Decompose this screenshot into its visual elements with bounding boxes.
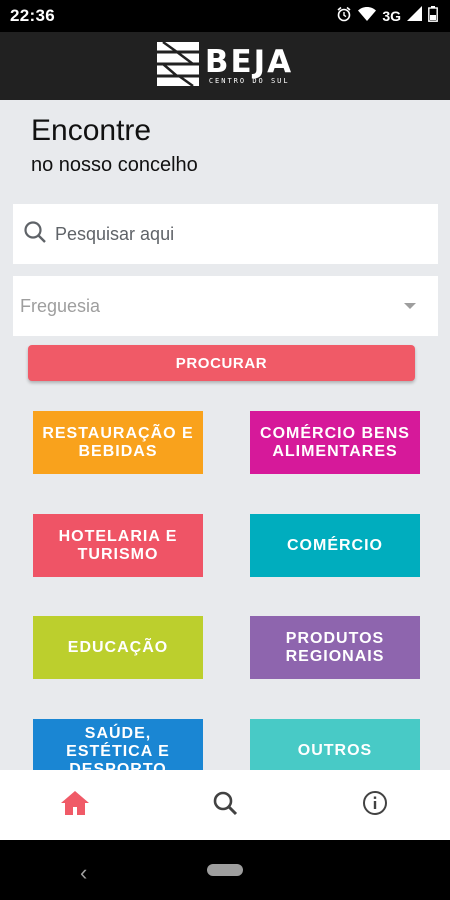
status-icons: 3G [336,5,438,27]
logo-title: BEJA [204,44,294,80]
category-restaurants[interactable]: RESTAURAÇÃO E BEBIDAS [33,411,203,474]
bottom-nav [0,770,450,840]
category-commerce[interactable]: COMÉRCIO [250,514,420,577]
parish-select[interactable]: Freguesia [13,276,438,336]
search-button[interactable]: PROCURAR [28,345,415,381]
category-health-sports[interactable]: SAÚDE, ESTÉTICA E DESPORTO [33,719,203,770]
page-subtitle: no nosso concelho [31,154,198,176]
search-icon [23,220,47,249]
info-icon [362,790,388,821]
back-icon[interactable]: ‹ [80,860,87,886]
signal-icon [407,6,422,26]
category-others[interactable]: OUTROS [250,719,420,770]
parish-select-value: Freguesia [20,295,101,316]
category-food-commerce[interactable]: COMÉRCIO BENS ALIMENTARES [250,411,420,474]
app-header: BEJA CENTRO DO SUL [0,32,450,100]
home-pill[interactable] [207,864,243,876]
logo-mark-icon [156,40,199,93]
nav-info[interactable] [335,775,415,835]
nav-home[interactable] [35,775,115,835]
search-icon [212,790,238,821]
nav-search[interactable] [185,775,265,835]
wifi-icon [358,6,377,26]
battery-icon [428,5,438,27]
alarm-icon [336,6,352,27]
category-education[interactable]: EDUCAÇÃO [33,616,203,679]
system-nav-bar: ‹ [0,840,450,900]
main-content: Encontre no nosso concelho Freguesia PRO… [0,100,450,770]
page-title: Encontre [31,114,152,147]
home-icon [60,789,90,822]
category-hotels-tourism[interactable]: HOTELARIA E TURISMO [33,514,203,577]
status-time: 22:36 [10,6,55,25]
status-bar: 22:36 3G [0,0,450,32]
beja-logo: BEJA CENTRO DO SUL [156,40,294,93]
search-input[interactable] [55,223,415,245]
category-regional-products[interactable]: PRODUTOS REGIONAIS [250,616,420,679]
logo-subtitle: CENTRO DO SUL [208,77,290,85]
chevron-down-icon [404,303,416,309]
network-type: 3G [382,8,401,24]
search-box[interactable] [13,204,438,264]
